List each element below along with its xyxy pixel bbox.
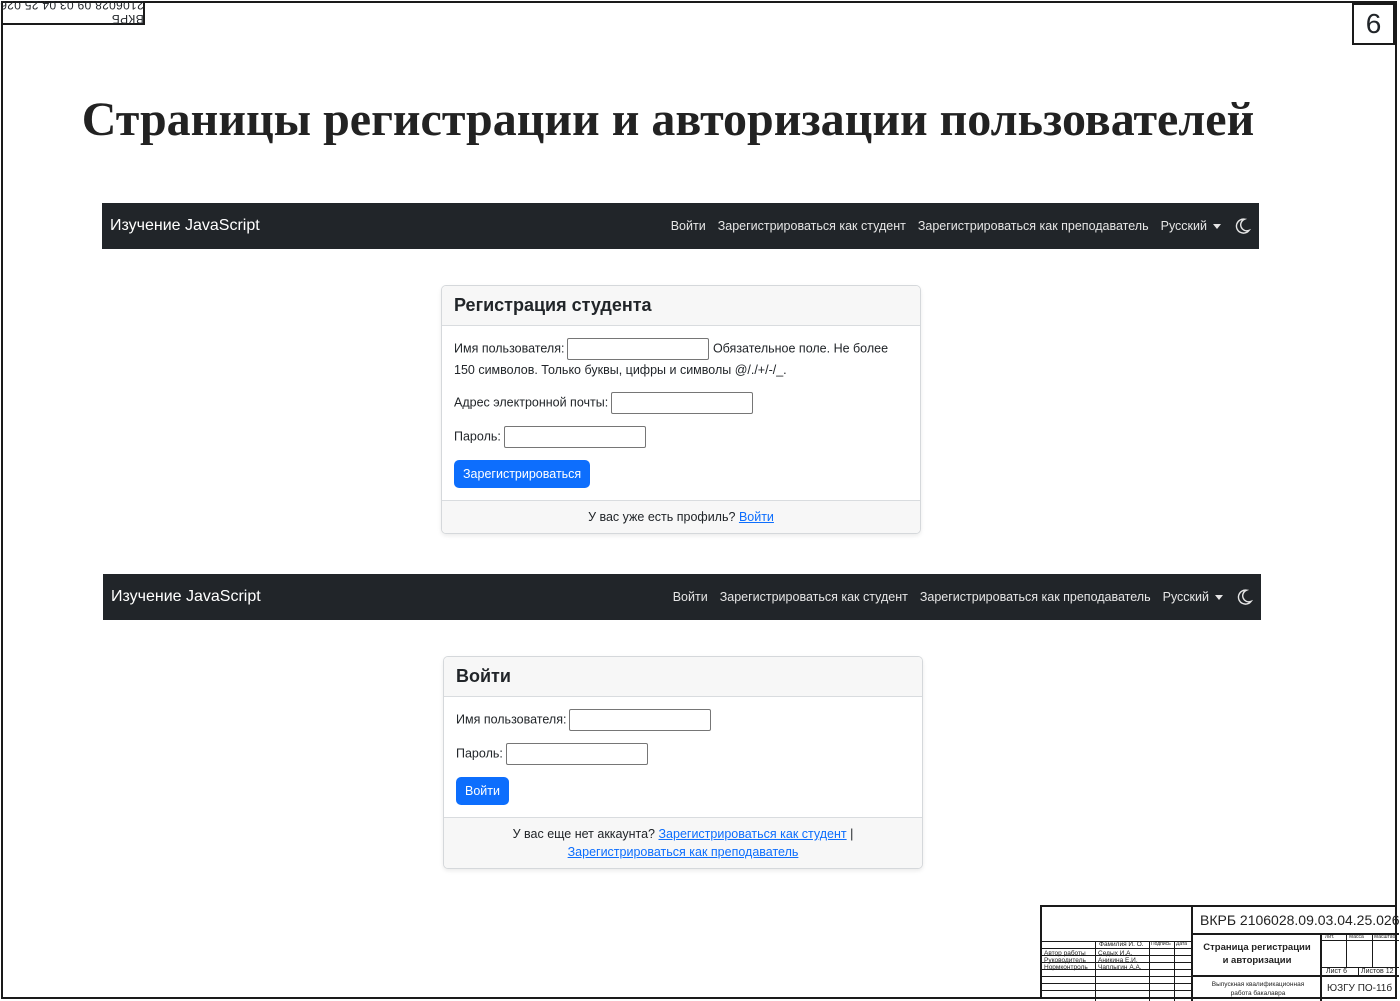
moon-icon[interactable]: [1235, 588, 1253, 606]
sheet-number: 6: [1352, 3, 1395, 45]
slide-title: Страницы регистрации и авторизации польз…: [81, 93, 1255, 146]
navbar-brand[interactable]: Изучение JavaScript: [110, 217, 260, 235]
stamp-document-code: ВКРБ 2106028.09.03.04.25.026: [1200, 912, 1400, 928]
stamp-document-title: Страница регистрации и авторизации: [1203, 942, 1311, 966]
login-card-title: Войти: [444, 657, 922, 697]
stamp-sheets: Листов 12: [1361, 968, 1394, 975]
username-label: Имя пользователя:: [456, 712, 567, 727]
caret-down-icon: [1215, 595, 1223, 601]
nav-link-login[interactable]: Войти: [673, 590, 708, 604]
nav-link-login[interactable]: Войти: [671, 219, 706, 233]
password-row: Пароль:: [456, 743, 910, 765]
login-form: Имя пользователя: Пароль: Войти: [444, 697, 922, 817]
password-label: Пароль:: [454, 429, 501, 444]
link-separator: |: [850, 827, 854, 841]
login-link[interactable]: Войти: [739, 510, 774, 524]
navbar-registration: Изучение JavaScript Войти Зарегистрирова…: [102, 203, 1259, 249]
stamp-organization: ЮЗГУ ПО-11б: [1327, 983, 1393, 994]
email-label: Адрес электронной почты:: [454, 395, 609, 410]
login-card-footer: У вас еще нет аккаунта? Зарегистрировать…: [444, 817, 922, 868]
moon-icon[interactable]: [1233, 217, 1251, 235]
login-button[interactable]: Войти: [456, 777, 509, 805]
username-row: Имя пользователя:: [456, 709, 910, 731]
username-input[interactable]: [569, 709, 712, 731]
stamp-role-supervisor: Руководитель: [1044, 957, 1086, 964]
stamp-lit: Лит.: [1325, 934, 1335, 940]
stamp-role-normcontrol: Нормконтроль: [1044, 964, 1088, 971]
registration-card-footer: У вас уже есть профиль? Войти: [442, 500, 920, 533]
registration-form: Имя пользователя: Обязательное поле. Не …: [442, 326, 920, 500]
password-input[interactable]: [505, 743, 648, 765]
email-row: Адрес электронной почты:: [454, 392, 908, 414]
have-profile-text: У вас уже есть профиль?: [588, 510, 736, 524]
corner-document-code: ВКРБ 2106028.09.03.04.25.026: [0, 0, 145, 26]
nav-link-register-student[interactable]: Зарегистрироваться как студент: [718, 219, 906, 233]
nav-link-register-student[interactable]: Зарегистрироваться как студент: [720, 590, 908, 604]
registration-card-title: Регистрация студента: [442, 286, 920, 326]
title-block: ВКРБ 2106028.09.03.04.25.026 Фамилия И. …: [1040, 905, 1400, 1001]
password-label: Пароль:: [456, 746, 503, 761]
username-label: Имя пользователя:: [454, 341, 565, 356]
username-row: Имя пользователя: Обязательное поле. Не …: [454, 338, 908, 380]
username-input[interactable]: [567, 338, 710, 360]
stamp-sheet: Лист 6: [1326, 968, 1348, 975]
navbar-links: Войти Зарегистрироваться как студент Зар…: [673, 588, 1253, 606]
stamp-name-author: Седых И.А.: [1098, 950, 1133, 957]
caret-down-icon: [1213, 224, 1221, 230]
stamp-name-normcontrol: Чаплыгин А.А.: [1098, 964, 1142, 971]
no-account-text: У вас еще нет аккаунта?: [512, 827, 655, 841]
password-input[interactable]: [503, 426, 646, 448]
registration-card: Регистрация студента Имя пользователя: О…: [441, 285, 921, 534]
navbar-links: Войти Зарегистрироваться как студент Зар…: [671, 217, 1251, 235]
language-dropdown[interactable]: Русский: [1161, 219, 1221, 233]
nav-link-register-teacher[interactable]: Зарегистрироваться как преподаватель: [920, 590, 1151, 604]
email-input[interactable]: [611, 392, 754, 414]
stamp-role-author: Автор работы: [1044, 950, 1086, 957]
password-row: Пароль:: [454, 426, 908, 448]
stamp-name-supervisor: Аникина Е.И.: [1098, 957, 1138, 964]
stamp-mass: Масса: [1349, 934, 1364, 940]
stamp-col-date: Дата: [1176, 941, 1188, 947]
login-card: Войти Имя пользователя: Пароль: Войти У …: [443, 656, 923, 869]
stamp-scale: Масштаб: [1374, 934, 1396, 940]
register-button[interactable]: Зарегистрироваться: [454, 460, 591, 488]
language-dropdown[interactable]: Русский: [1163, 590, 1223, 604]
register-student-link[interactable]: Зарегистрироваться как студент: [658, 827, 846, 841]
stamp-col-name: Фамилия И. О.: [1099, 941, 1144, 948]
nav-link-register-teacher[interactable]: Зарегистрироваться как преподаватель: [918, 219, 1149, 233]
stamp-work-type: Выпускная квалификационная работа бакала…: [1211, 981, 1305, 997]
stamp-col-sign: Подпись: [1151, 941, 1171, 947]
register-teacher-link[interactable]: Зарегистрироваться как преподаватель: [568, 845, 799, 859]
navbar-login: Изучение JavaScript Войти Зарегистрирова…: [103, 574, 1261, 620]
navbar-brand[interactable]: Изучение JavaScript: [111, 588, 261, 606]
